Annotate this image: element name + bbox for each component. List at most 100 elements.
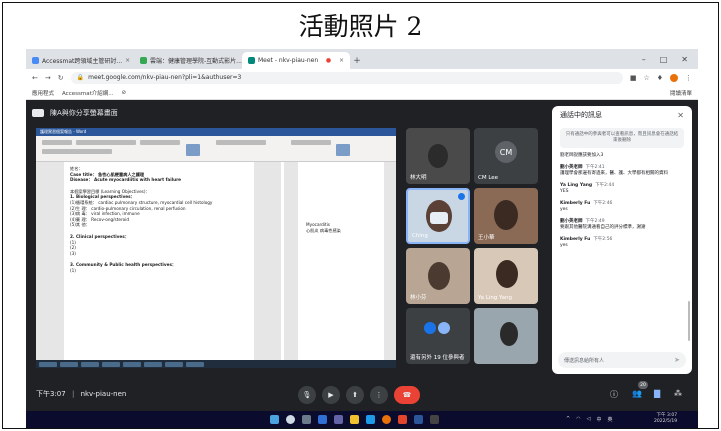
back-icon[interactable]: ← — [32, 74, 38, 82]
chat-panel: 通話中的訊息 ✕ 只有通話中的參與者可以查看訊息，而且訊息會在通話結束後刪除 劉… — [552, 106, 692, 374]
close-icon[interactable]: ✕ — [677, 111, 684, 120]
forward-icon[interactable]: → — [45, 74, 51, 82]
chat-message: Kimberly Fu 下午2:46 yes — [560, 201, 684, 213]
participant-name: 林小芬 — [410, 295, 427, 301]
browser-tab-2[interactable]: 雲端：健康管理學院-互動式影片...× — [134, 52, 242, 69]
message-time: 下午2:49 — [585, 219, 605, 224]
message-author: 劉小英老師 — [560, 219, 583, 224]
side-note-line: 心肌炎 病毒性感染 — [306, 227, 341, 233]
bookmark-accessmat[interactable]: Accessmat介紹網... — [62, 89, 113, 97]
participant-tile[interactable]: Ching — [406, 188, 470, 244]
participant-tile[interactable]: Ya Ling Yang — [474, 248, 538, 304]
bookmark-extra-icon[interactable]: ⊘ — [121, 90, 126, 96]
reading-list[interactable]: 閱讀清單 — [670, 89, 692, 97]
chat-input[interactable]: 傳送訊息給所有人 ➤ — [558, 352, 686, 368]
mic-button[interactable]: 🎙 — [298, 386, 316, 404]
teams-icon[interactable] — [334, 415, 343, 424]
browser-tab-bar: Accessmat跨領域主管研討...× 雲端：健康管理學院-互動式影片...×… — [26, 49, 698, 69]
volume-icon[interactable]: ◁ — [587, 416, 591, 423]
profile-avatar[interactable] — [670, 73, 678, 82]
shared-taskbar — [36, 360, 396, 368]
close-window-button[interactable]: ✕ — [681, 55, 688, 64]
message-time: 下午2:44 — [595, 183, 615, 188]
presenting-banner: 陳A與你分享螢幕畫面 — [32, 108, 118, 118]
present-button[interactable]: ⬆ — [346, 386, 364, 404]
explorer-icon[interactable] — [350, 415, 359, 424]
word-ribbon — [36, 136, 396, 162]
camera-button[interactable]: ▶ — [322, 386, 340, 404]
chat-message: 劉小英老師 下午2:41 護理學會那邊有寄過來，醫、護、大學都有相關的資料 — [560, 165, 684, 177]
bookmarks-bar: 應用程式 Accessmat介紹網... ⊘ 閱讀清單 — [26, 86, 698, 100]
leave-call-button[interactable]: ☎ — [394, 386, 420, 404]
powerpoint-icon[interactable] — [398, 415, 407, 424]
window-controls: – □ ✕ — [632, 55, 698, 69]
star-icon[interactable]: ☆ — [643, 74, 649, 82]
app-icon[interactable] — [430, 415, 439, 424]
message-author: 劉小英老師 — [560, 165, 583, 170]
info-icon[interactable]: ⓘ — [610, 389, 618, 400]
participant-name: Ya Ling Yang — [478, 295, 512, 301]
new-tab-button[interactable]: + — [350, 52, 364, 69]
word-title: 護理實習個案報告 - Word — [40, 129, 87, 134]
participant-name: 還有另外 19 位參與者 — [410, 355, 465, 361]
clock-date: 2022/5/19 — [654, 419, 678, 424]
browser-tab-3[interactable]: Meet - nkv-piau-nen ● × — [242, 52, 350, 69]
address-bar-row: ← → ↻ 🔒 meet.google.com/nkv-piau-nen?pli=… — [26, 69, 698, 86]
people-icon[interactable]: 👥 — [632, 389, 642, 398]
menu-icon[interactable]: ⋮ — [685, 74, 692, 82]
tab-label: Meet - nkv-piau-nen — [258, 57, 319, 64]
minimize-button[interactable]: – — [642, 55, 646, 64]
chat-message: Ya Ling Yang 下午2:44 YES — [560, 183, 684, 195]
chat-scrollbar[interactable] — [688, 301, 690, 341]
participant-tile[interactable] — [474, 308, 538, 364]
tray-expand[interactable]: ^ — [566, 416, 570, 423]
widgets-icon[interactable] — [318, 415, 327, 424]
participant-tile[interactable]: 林小芬 — [406, 248, 470, 304]
extension-icon[interactable]: ♦ — [657, 74, 663, 82]
system-tray: ^ ◠ ◁ 中 英 — [566, 416, 612, 423]
tab-close-icon[interactable]: × — [125, 57, 130, 64]
message-author: Kimberly Fu — [560, 201, 591, 206]
tab-label: Accessmat跨領域主管研討... — [42, 58, 123, 65]
message-text: YES — [560, 189, 569, 194]
wifi-icon[interactable]: ◠ — [576, 416, 580, 423]
reload-icon[interactable]: ↻ — [58, 74, 64, 82]
taskbar-clock[interactable]: 下午 3:07 2022/5/19 — [654, 413, 677, 425]
chat-message: 劉老師說應該要加入3 — [560, 153, 684, 159]
participant-tile[interactable]: 王小華 — [474, 188, 538, 244]
meet-control-bar: 下午3:07 | nkv-piau-nen 🎙 ▶ ⬆ ⋮ ☎ ⓘ 👥 20 ▇… — [26, 380, 698, 410]
more-participants-tile[interactable]: 還有另外 19 位參與者 — [406, 308, 470, 364]
url-field[interactable]: 🔒 meet.google.com/nkv-piau-nen?pli=1&auth… — [70, 71, 623, 84]
task-view-icon[interactable] — [302, 415, 311, 424]
participant-tile[interactable]: CM CM Lee — [474, 128, 538, 184]
activities-icon[interactable]: ⁂ — [674, 389, 682, 398]
ime-label-2[interactable]: 英 — [607, 416, 612, 423]
camera-icon[interactable]: ■ — [630, 74, 637, 82]
send-icon[interactable]: ➤ — [674, 356, 680, 364]
participant-tile[interactable]: 林大明 — [406, 128, 470, 184]
chrome-icon[interactable] — [382, 415, 391, 424]
search-icon[interactable] — [286, 415, 295, 424]
browser-tab-1[interactable]: Accessmat跨領域主管研討... × — [26, 52, 134, 69]
message-text: 護理學會那邊有寄過來，醫、護、大學都有相關的資料 — [560, 171, 668, 176]
edge-icon[interactable] — [366, 415, 375, 424]
word-title-bar: 護理實習個案報告 - Word — [36, 128, 396, 136]
mic-icon: 🎙 — [302, 391, 312, 399]
meeting-info: 下午3:07 | nkv-piau-nen — [36, 390, 127, 398]
word-icon[interactable] — [414, 415, 423, 424]
tab-close-icon[interactable]: × — [339, 57, 344, 64]
maximize-button[interactable]: □ — [660, 55, 668, 64]
more-options-button[interactable]: ⋮ — [370, 386, 388, 404]
camera-icon: ▶ — [328, 391, 334, 399]
ime-label[interactable]: 中 — [596, 416, 601, 423]
participant-name: 林大明 — [410, 175, 427, 181]
bookmark-apps[interactable]: 應用程式 — [32, 89, 54, 97]
document-line: (5)其 他： — [70, 222, 90, 228]
chat-icon[interactable]: ▇ — [654, 389, 660, 398]
document-line: (3) — [70, 250, 76, 256]
speaking-icon — [458, 193, 465, 200]
document-line: (1) — [70, 267, 76, 273]
message-text: yes — [560, 243, 568, 248]
start-icon[interactable] — [270, 415, 279, 424]
chat-input-placeholder: 傳送訊息給所有人 — [564, 357, 605, 364]
